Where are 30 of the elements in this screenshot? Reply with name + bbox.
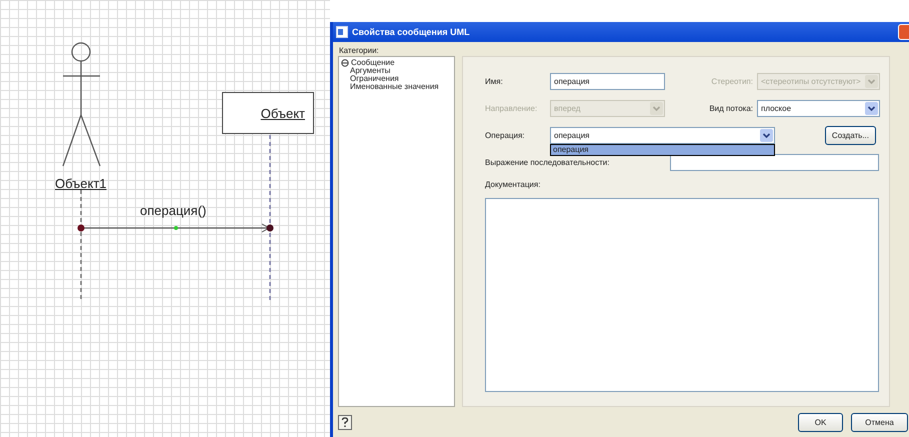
help-icon[interactable]	[338, 414, 352, 430]
window-icon	[336, 26, 348, 38]
category-item[interactable]: Аргументы	[341, 67, 452, 75]
field-label: Направление:	[485, 104, 538, 113]
field-label: Операция:	[485, 131, 526, 140]
field-label: Имя:	[485, 77, 504, 86]
window-title: Свойства сообщения UML	[352, 27, 470, 37]
field-label: Вид потока:	[708, 104, 754, 113]
text-field[interactable]: операция	[550, 73, 665, 90]
dropdown-field[interactable]: плоское	[757, 100, 880, 117]
message-label: операция()	[140, 203, 206, 218]
categories-label: Категории:	[338, 45, 380, 56]
field-label: Выражение последовательности:	[485, 158, 610, 167]
ok-button[interactable]: OK	[798, 412, 843, 432]
text-field[interactable]	[670, 154, 879, 171]
actor-label: Объект1	[55, 176, 106, 191]
field-label: Стереотип:	[710, 77, 754, 86]
category-item[interactable]: Именованные значения	[341, 83, 452, 91]
connection-point[interactable]	[266, 224, 274, 232]
object-box: Объект	[222, 92, 314, 134]
midpoint-handle[interactable]	[174, 226, 178, 230]
category-item[interactable]: Сообщение	[341, 59, 452, 67]
documentation-label: Документация:	[485, 180, 542, 189]
dropdown-option[interactable]: операция	[551, 145, 774, 155]
create-button[interactable]: Создать...	[824, 126, 876, 145]
documentation-field[interactable]	[485, 198, 879, 392]
cancel-button[interactable]: Отмена	[851, 412, 908, 432]
category-item[interactable]: Ограничения	[341, 75, 452, 83]
connection-point[interactable]	[78, 224, 84, 232]
message-icon	[341, 59, 349, 67]
